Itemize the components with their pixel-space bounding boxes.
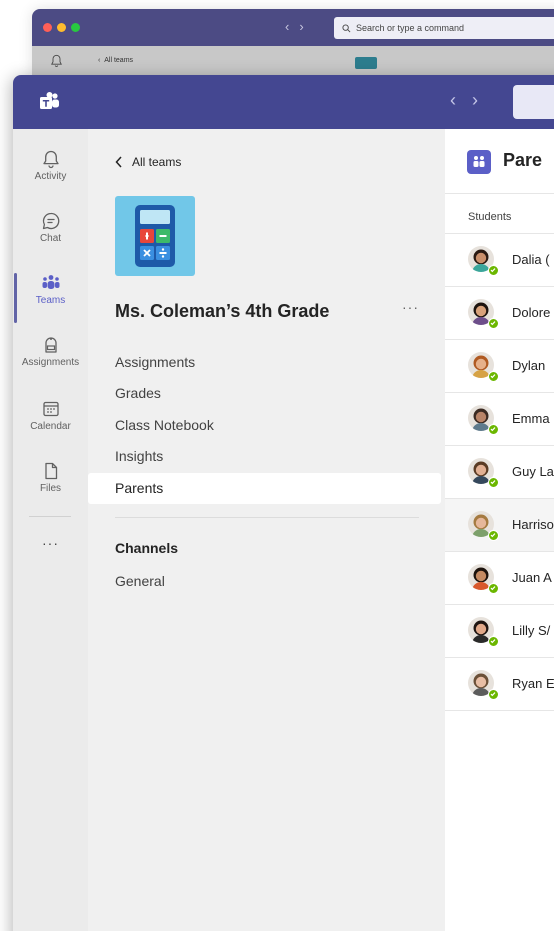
rail-item-teams[interactable]: Teams bbox=[13, 273, 88, 329]
students-list: Dalia ( Dolore Dylan Emma Guy La Harriso Juan … bbox=[445, 233, 554, 711]
file-icon bbox=[44, 462, 57, 480]
team-nav-item-insights[interactable]: Insights bbox=[88, 441, 445, 472]
chevron-left-icon bbox=[115, 156, 122, 168]
parents-icon bbox=[467, 150, 491, 174]
rail-item-label: Chat bbox=[39, 233, 62, 244]
student-row[interactable]: Emma bbox=[445, 393, 554, 446]
bell-icon bbox=[42, 150, 59, 169]
back-arrow-button[interactable]: ‹ bbox=[450, 90, 456, 111]
rail-item-files[interactable]: Files bbox=[13, 461, 88, 517]
rail-item-assignments[interactable]: Assignments bbox=[13, 335, 88, 391]
history-nav: ‹ › bbox=[450, 90, 478, 111]
close-window-button[interactable] bbox=[43, 23, 52, 32]
students-section-label: Students bbox=[468, 211, 512, 223]
student-name: Lilly S/ bbox=[512, 623, 551, 638]
teams-logo-icon bbox=[40, 92, 59, 109]
search-icon bbox=[342, 23, 351, 32]
rail-item-label: Files bbox=[39, 483, 62, 494]
chat-icon bbox=[42, 212, 59, 230]
student-row[interactable]: Juan A bbox=[445, 552, 554, 605]
presence-available-icon bbox=[488, 318, 499, 329]
background-back-link-label: All teams bbox=[104, 57, 134, 64]
forward-arrow-button[interactable]: › bbox=[472, 90, 478, 111]
background-back-link[interactable]: ‹ All teams bbox=[98, 57, 133, 64]
divider bbox=[115, 517, 419, 518]
rail-item-chat[interactable]: Chat bbox=[13, 211, 88, 267]
rail-item-label: Activity bbox=[34, 171, 67, 182]
student-row[interactable]: Ryan E bbox=[445, 658, 554, 711]
background-nav-arrows[interactable]: ‹› bbox=[285, 19, 314, 34]
all-teams-link[interactable]: All teams bbox=[115, 155, 181, 169]
presence-available-icon bbox=[488, 371, 499, 382]
all-teams-label: All teams bbox=[132, 155, 182, 169]
presence-available-icon bbox=[488, 636, 499, 647]
student-name: Harriso bbox=[512, 517, 554, 532]
presence-available-icon bbox=[488, 265, 499, 276]
rail-item-label: Assignments bbox=[21, 357, 80, 368]
active-indicator bbox=[14, 273, 17, 323]
page-title: Pare bbox=[503, 150, 543, 170]
presence-available-icon bbox=[488, 583, 499, 594]
student-name: Emma bbox=[512, 411, 550, 426]
student-row[interactable]: Dalia ( bbox=[445, 234, 554, 287]
team-avatar bbox=[115, 196, 195, 276]
minimize-window-button[interactable] bbox=[57, 23, 66, 32]
background-toolbar: ‹ All teams bbox=[32, 46, 554, 76]
main-content: Pare Students Dalia ( Dolore Dylan Emma Guy … bbox=[445, 129, 554, 931]
background-search-bar[interactable]: Search or type a command bbox=[334, 17, 554, 39]
rail-item-activity[interactable]: Activity bbox=[13, 149, 88, 205]
title-bar: ‹ › bbox=[13, 75, 554, 129]
student-name: Dolore bbox=[512, 305, 551, 320]
presence-available-icon bbox=[488, 689, 499, 700]
team-nav-item-assignments[interactable]: Assignments bbox=[88, 347, 445, 378]
student-name: Guy La bbox=[512, 464, 554, 479]
student-name: Ryan E bbox=[512, 676, 554, 691]
team-nav: Assignments Grades Class Notebook Insigh… bbox=[88, 347, 445, 504]
channel-item-general[interactable]: General bbox=[115, 573, 165, 589]
teams-window: ‹ › Activity Chat Teams Assignments Cale… bbox=[13, 75, 554, 931]
assignments-icon bbox=[44, 337, 57, 353]
search-input[interactable] bbox=[513, 85, 554, 119]
team-panel: All teams Ms. Coleman’s 4th Grade ··· As… bbox=[88, 129, 445, 931]
team-nav-item-class-notebook[interactable]: Class Notebook bbox=[88, 410, 445, 441]
more-apps-button[interactable]: ··· bbox=[13, 535, 88, 551]
team-nav-item-parents[interactable]: Parents bbox=[88, 472, 441, 504]
student-row[interactable]: Lilly S/ bbox=[445, 605, 554, 658]
presence-available-icon bbox=[488, 424, 499, 435]
teams-icon bbox=[42, 275, 59, 289]
student-row[interactable]: Dylan bbox=[445, 340, 554, 393]
people-icon bbox=[473, 156, 485, 167]
bell-icon bbox=[51, 54, 62, 67]
student-row[interactable]: Guy La bbox=[445, 446, 554, 499]
presence-available-icon bbox=[488, 477, 499, 488]
presence-available-icon bbox=[488, 530, 499, 541]
rail-item-label: Calendar bbox=[30, 421, 71, 432]
student-row[interactable]: Dolore bbox=[445, 287, 554, 340]
calculator-icon bbox=[135, 205, 175, 267]
team-more-options-button[interactable]: ··· bbox=[402, 299, 419, 315]
student-name: Juan A bbox=[512, 570, 552, 585]
student-row[interactable]: Harriso bbox=[445, 499, 554, 552]
maximize-window-button[interactable] bbox=[71, 23, 80, 32]
team-name: Ms. Coleman’s 4th Grade bbox=[115, 301, 330, 321]
team-nav-item-grades[interactable]: Grades bbox=[88, 378, 445, 409]
app-rail: Activity Chat Teams Assignments Calendar bbox=[13, 129, 88, 931]
background-title-bar: ‹› Search or type a command bbox=[32, 9, 554, 46]
rail-divider bbox=[29, 516, 71, 517]
channels-heading: Channels bbox=[115, 540, 179, 556]
rail-item-calendar[interactable]: Calendar bbox=[13, 399, 88, 455]
student-name: Dalia ( bbox=[512, 252, 550, 267]
student-name: Dylan bbox=[512, 358, 546, 373]
rail-item-label: Teams bbox=[35, 295, 66, 306]
background-search-placeholder: Search or type a command bbox=[356, 23, 465, 33]
main-header: Pare bbox=[445, 129, 554, 194]
background-team-thumbnail bbox=[355, 57, 377, 69]
calendar-icon bbox=[42, 401, 59, 417]
